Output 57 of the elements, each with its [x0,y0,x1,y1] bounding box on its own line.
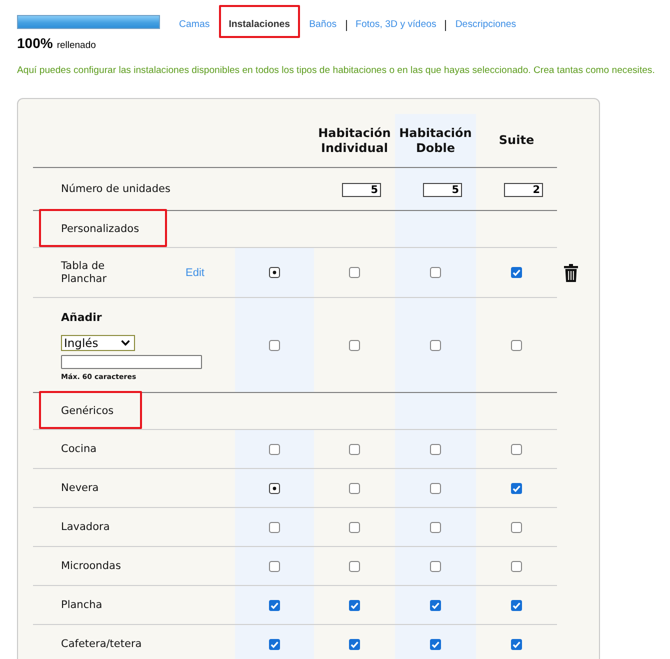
checkbox[interactable] [430,560,441,572]
checkbox[interactable] [430,267,441,278]
row-label: Nevera [61,482,99,494]
checkbox[interactable] [511,482,522,494]
column-header: Habitación Individual [317,124,392,156]
checkbox[interactable] [430,522,441,532]
checkbox[interactable] [269,482,280,494]
column-header: Habitación Doble [395,114,476,167]
column-header: Suite [498,132,536,149]
checkbox[interactable] [511,638,522,650]
number-field[interactable]: 5 [423,183,462,197]
tab[interactable]: Instalaciones [228,19,290,31]
checkbox[interactable] [269,340,280,350]
checkbox[interactable] [430,600,441,610]
checkbox[interactable] [269,638,280,650]
checkbox[interactable] [511,340,522,350]
section-title: Genéricos [61,404,114,418]
checkbox[interactable] [349,444,360,454]
text-field[interactable] [61,355,202,369]
trash-icon[interactable] [564,264,578,282]
checkbox[interactable] [269,444,280,454]
number-field[interactable]: 2 [504,183,543,197]
checkbox[interactable] [430,482,441,494]
checkbox[interactable] [349,482,360,494]
language-select[interactable]: Inglés [61,335,135,351]
row-label: Cafetera/tetera [61,638,142,650]
row-label: Cocina [61,442,97,456]
checkbox[interactable] [511,560,522,572]
checkbox[interactable] [269,522,280,532]
row-label: Número de unidades [61,182,170,196]
checkbox[interactable] [269,560,280,572]
checkbox[interactable] [349,600,360,610]
number-field[interactable]: 5 [342,183,381,197]
checkbox[interactable] [430,340,441,350]
checkbox[interactable] [349,267,360,278]
checkbox[interactable] [511,600,522,610]
checkbox[interactable] [349,340,360,350]
progress-percent: 100% [17,35,53,51]
section-title: Personalizados [61,222,140,236]
checkbox[interactable] [349,638,360,650]
progress-caption: rellenado [56,40,96,51]
checkbox[interactable] [430,444,441,454]
row-label: Microondas [61,560,121,572]
add-title: Añadir [61,311,102,324]
row-label: Lavadora [61,520,110,534]
checkbox[interactable] [269,267,280,278]
chevron-down-icon [121,340,130,346]
checkbox[interactable] [269,600,280,610]
checkbox[interactable] [511,444,522,454]
row-label: Tabla de Planchar [61,260,108,286]
checkbox[interactable] [511,267,522,278]
row-label: Plancha [61,598,102,612]
intro-text: Aquí puedes configurar las instalaciones disponibles en todos los tipos de habitaciones o en las que hayas seleccionado. Crea tantas como necesites. [17,65,656,76]
checkbox[interactable] [349,522,360,532]
checkbox[interactable] [430,638,441,650]
checkbox[interactable] [349,560,360,572]
checkbox[interactable] [511,522,522,532]
